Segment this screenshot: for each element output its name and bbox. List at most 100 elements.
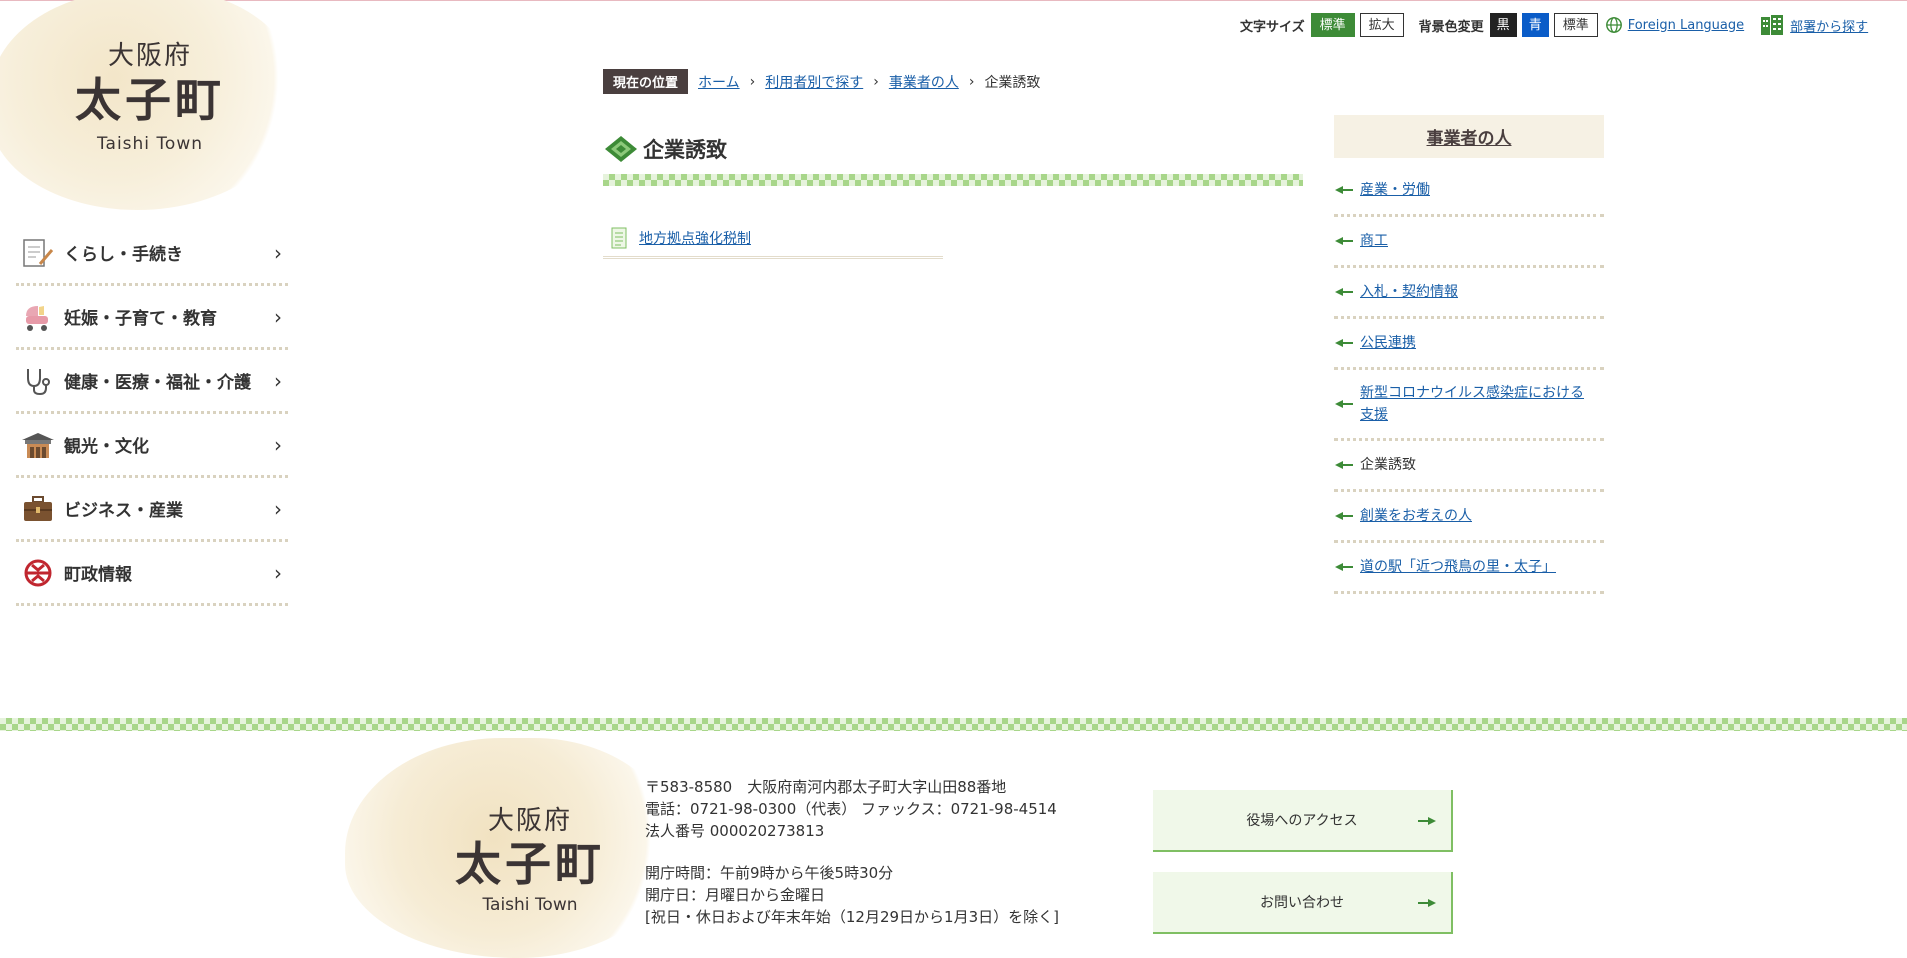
stroller-icon	[20, 299, 56, 335]
footer-logo: 大阪府 太子町 Taishi Town	[420, 800, 640, 915]
logo-prefecture: 大阪府	[107, 41, 192, 71]
footer-contact-info: 〒583-8580 大阪府南河内郡太子町大字山田88番地 電話：0721-98-…	[645, 776, 1059, 928]
nav-item-kanko[interactable]: 観光・文化 ›	[16, 414, 288, 478]
contact-button-label: お問い合わせ	[1260, 895, 1344, 911]
foreign-language-link[interactable]: Foreign Language	[1628, 18, 1744, 33]
title-underline	[603, 174, 1303, 186]
page-icon	[611, 227, 627, 249]
bg-blue-button[interactable]: 青	[1521, 13, 1549, 37]
leaf-arrow-icon	[1335, 288, 1353, 296]
side-link[interactable]: 創業をお考えの人	[1360, 505, 1472, 527]
chevron-right-icon: ›	[274, 560, 282, 585]
footer-logo-town-en: Taishi Town	[482, 895, 578, 915]
logo-town: 太子町	[75, 73, 225, 127]
leaf-arrow-icon	[1335, 563, 1353, 571]
leaf-arrow-icon	[1335, 461, 1353, 469]
leaf-arrow-icon	[1335, 186, 1353, 194]
side-item-shoko[interactable]: 商工	[1334, 217, 1604, 268]
bg-black-button[interactable]: 黒	[1489, 13, 1517, 37]
breadcrumb-current: 企業誘致	[984, 74, 1041, 91]
page-title: 企業誘致	[643, 138, 727, 162]
utility-bar: 文字サイズ 標準 拡大 背景色変更 黒 青 標準 Foreign Languag…	[1240, 12, 1868, 38]
side-item-sogyo[interactable]: 創業をお考えの人	[1334, 492, 1604, 543]
nav-label: ビジネス・産業	[64, 501, 183, 521]
nav-item-kurashi[interactable]: くらし・手続き ›	[16, 222, 288, 286]
content-link[interactable]: 地方拠点強化税制	[639, 228, 751, 248]
chevron-right-icon: ›	[873, 73, 879, 90]
footer-hours: 開庁時間：午前9時から午後5時30分	[645, 864, 894, 882]
site-logo[interactable]: 大阪府 太子町 Taishi Town	[40, 35, 260, 154]
temple-icon	[20, 427, 56, 463]
leaf-arrow-icon	[1335, 339, 1353, 347]
side-item-michinoeki[interactable]: 道の駅「近つ飛鳥の里・太子」	[1334, 543, 1604, 594]
side-link[interactable]: 公民連携	[1360, 332, 1416, 354]
nav-label: 観光・文化	[64, 437, 149, 457]
nav-label: 町政情報	[64, 565, 132, 585]
chevron-right-icon: ›	[274, 496, 282, 521]
diamond-ornament-icon	[605, 136, 637, 162]
left-navigation: くらし・手続き › 妊娠・子育て・教育 › 健康・医療・福祉・介護 › 観光・文…	[16, 222, 288, 606]
access-button[interactable]: 役場へのアクセス	[1153, 790, 1453, 852]
side-item-corona[interactable]: 新型コロナウイルス感染症における支援	[1334, 370, 1604, 441]
footer-logo-prefecture: 大阪府	[487, 806, 572, 836]
leaf-arrow-icon	[1418, 899, 1436, 907]
side-navigation: 事業者の人 産業・労働 商工 入札・契約情報 公民連携 新型コロナウイルス感染症…	[1334, 115, 1604, 594]
contact-button[interactable]: お問い合わせ	[1153, 872, 1453, 934]
nav-label: 妊娠・子育て・教育	[64, 309, 217, 329]
side-item-nyusatsu[interactable]: 入札・契約情報	[1334, 268, 1604, 319]
footer-divider	[0, 718, 1907, 731]
breadcrumb: 現在の位置 ホーム › 利用者別で探す › 事業者の人 › 企業誘致	[603, 69, 1040, 94]
document-icon	[20, 235, 56, 271]
nav-label: 健康・医療・福祉・介護	[64, 373, 251, 393]
side-link[interactable]: 産業・労働	[1360, 179, 1430, 201]
leaf-arrow-icon	[1418, 817, 1436, 825]
footer-phone: 電話：0721-98-0300（代表） ファックス：0721-98-4514	[645, 800, 1057, 818]
side-item-komin[interactable]: 公民連携	[1334, 319, 1604, 370]
building-icon	[1761, 15, 1784, 35]
breadcrumb-home[interactable]: ホーム	[698, 72, 740, 92]
font-size-label: 文字サイズ	[1240, 19, 1305, 35]
footer-address: 〒583-8580 大阪府南河内郡太子町大字山田88番地	[645, 778, 1007, 796]
chevron-right-icon: ›	[274, 432, 282, 457]
side-item-sangyo[interactable]: 産業・労働	[1334, 166, 1604, 217]
town-emblem-icon	[20, 555, 56, 591]
department-search-link[interactable]: 部署から探す	[1790, 16, 1868, 35]
list-item[interactable]: 地方拠点強化税制	[603, 220, 943, 259]
side-link[interactable]: 商工	[1360, 230, 1388, 252]
side-item-kigyo-current: 企業誘致	[1334, 441, 1604, 492]
nav-item-kosodate[interactable]: 妊娠・子育て・教育 ›	[16, 286, 288, 350]
chevron-right-icon: ›	[274, 368, 282, 393]
side-link[interactable]: 道の駅「近つ飛鳥の里・太子」	[1360, 556, 1556, 578]
leaf-arrow-icon	[1335, 400, 1353, 408]
breadcrumb-business[interactable]: 事業者の人	[889, 72, 959, 92]
footer-logo-town: 太子町	[455, 837, 605, 891]
nav-item-kenko[interactable]: 健康・医療・福祉・介護 ›	[16, 350, 288, 414]
side-heading[interactable]: 事業者の人	[1334, 115, 1604, 158]
footer-closed: [祝日・休日および年末年始（12月29日から1月3日）を除く]	[645, 908, 1059, 926]
chevron-right-icon: ›	[274, 304, 282, 329]
leaf-arrow-icon	[1335, 512, 1353, 520]
stethoscope-icon	[20, 363, 56, 399]
nav-label: くらし・手続き	[64, 245, 183, 265]
nav-item-chosei[interactable]: 町政情報 ›	[16, 542, 288, 606]
top-border	[0, 0, 1907, 1]
side-link[interactable]: 新型コロナウイルス感染症における支援	[1360, 382, 1590, 426]
globe-icon	[1605, 17, 1622, 33]
side-current-label: 企業誘致	[1360, 457, 1416, 473]
page-title-block: 企業誘致	[603, 134, 727, 164]
font-standard-button[interactable]: 標準	[1310, 13, 1355, 37]
breadcrumb-by-user[interactable]: 利用者別で探す	[765, 72, 863, 92]
footer-corporate-number: 法人番号 000020273813	[645, 822, 825, 840]
chevron-right-icon: ›	[274, 240, 282, 265]
chevron-right-icon: ›	[968, 73, 975, 90]
font-large-button[interactable]: 拡大	[1359, 13, 1404, 37]
side-link[interactable]: 入札・契約情報	[1360, 281, 1458, 303]
bg-color-label: 背景色変更	[1418, 19, 1484, 35]
nav-item-business[interactable]: ビジネス・産業 ›	[16, 478, 288, 542]
breadcrumb-here-label: 現在の位置	[603, 69, 689, 94]
access-button-label: 役場へのアクセス	[1246, 813, 1358, 829]
logo-town-en: Taishi Town	[96, 134, 204, 154]
briefcase-icon	[20, 491, 56, 527]
leaf-arrow-icon	[1335, 237, 1353, 245]
bg-standard-button[interactable]: 標準	[1553, 13, 1598, 37]
